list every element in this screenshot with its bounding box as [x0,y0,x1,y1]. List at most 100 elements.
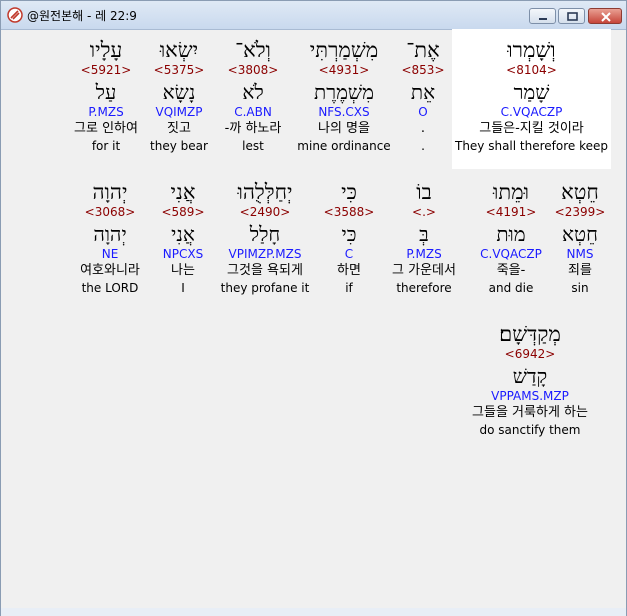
korean-gloss: 죽을- [496,263,526,278]
word-card[interactable]: מִשְׁמַרְתִּי <4931> מִשְׁמֶרֶת NFS.CXS … [294,37,394,153]
hebrew-lemma: חֵטְא [562,222,598,246]
strong-number[interactable]: <4191> [471,205,551,221]
word-card[interactable]: כִּי <3588> כִּי C 하면 if [319,179,379,295]
korean-gloss: -까 하노라 [224,121,282,136]
english-gloss: lest [242,139,264,153]
hebrew-lemma: אֵת [410,80,436,104]
morphology-code: NMS [566,247,594,261]
strong-number[interactable]: <4931> [294,63,394,79]
morphology-code: VQIMZP [155,105,203,119]
korean-gloss: 그들을 거룩하게 하는 [472,405,588,420]
korean-gloss: 여호와니라 [80,263,140,278]
word-card[interactable]: חֵטְא <2399> חֵטְא NMS 죄를 sin [552,179,608,295]
english-gloss: I [181,281,185,295]
word-card[interactable]: אֲנִי <589> אֲנִי NPCXS 나는 I [153,179,213,295]
strong-number[interactable]: <3588> [319,205,379,221]
hebrew-word: חֵטְא [561,180,599,204]
morphology-code: C.VQACZP [480,247,542,261]
english-gloss: . [421,139,425,153]
hebrew-lemma: יְהוָה [93,222,127,246]
strong-number[interactable]: <3808> [213,63,293,79]
hebrew-lemma: שָׁמַר [513,80,550,104]
hebrew-lemma: לֹא [242,80,264,104]
hebrew-word: יְחַלְּלֻהוּ [237,180,293,204]
korean-gloss: 하면 [337,263,361,278]
word-card-selected[interactable]: וְשָׁמְרוּ <8104> שָׁמַר C.VQACZP 그들은-지킬… [452,37,611,153]
strong-number[interactable]: <2490> [215,205,315,221]
vertical-scroll-area[interactable] [611,30,624,608]
korean-gloss: 그들은-지킬 것이라 [479,121,584,136]
english-gloss: they profane it [220,281,310,295]
english-gloss: the LORD [81,281,139,295]
title-bar[interactable]: @원전본해 - 레 22:9 [1,1,626,30]
hebrew-lemma: חָלַל [249,222,281,246]
morphology-code: NPCXS [162,247,204,261]
maximize-button[interactable] [558,8,585,24]
korean-gloss: 죄를 [568,263,592,278]
hebrew-word: מְקַדְּשָׁם׃ [499,322,561,346]
hebrew-lemma: קָדַשׁ [512,364,548,388]
english-gloss: and die [488,281,534,295]
strong-number[interactable]: <6942> [452,347,608,363]
word-card[interactable]: מְקַדְּשָׁם׃ <6942> קָדַשׁ VPPAMS.MZP 그들… [452,321,608,437]
hebrew-word: וְשָׁמְרוּ [507,38,556,62]
hebrew-word: יִשְׂאוּ [159,38,199,62]
korean-gloss: 나의 명을 [318,121,370,136]
word-card[interactable]: אֶת־ <853> אֵת O . . [398,37,448,153]
english-gloss: if [345,281,353,295]
close-button[interactable] [588,8,622,24]
english-gloss: do sanctify them [479,423,581,437]
hebrew-lemma: אֲנִי [171,222,195,246]
hebrew-word: מִשְׁמַרְתִּי [309,38,379,62]
english-gloss: they bear [150,139,208,153]
window-bottom-border [1,608,626,616]
hebrew-word: וּמֵתוּ [492,180,529,204]
hebrew-word: וְלֹא־ [235,38,271,62]
korean-gloss: 짓고 [167,121,191,136]
word-card[interactable]: בוֹ <.> בְּ P.MZS 그 가운데서 therefore [381,179,467,295]
morphology-code: VPIMZP.MZS [228,247,302,261]
app-window: @원전본해 - 레 22:9 עָלָיו <5921> עַל P.MZS 그… [0,0,627,616]
strong-number[interactable]: <.> [381,205,467,221]
maximize-icon [567,12,578,21]
korean-gloss: 그 가운데서 [392,263,456,278]
morphology-code: VPPAMS.MZP [491,389,569,403]
strong-number[interactable]: <2399> [552,205,608,221]
morphology-code: NE [101,247,119,261]
hebrew-lemma: כִּי [341,222,357,246]
hebrew-word: כִּי [341,180,357,204]
hebrew-lemma: בְּ [419,222,429,246]
hebrew-word: בוֹ [416,180,432,204]
strong-number[interactable]: <589> [153,205,213,221]
morphology-code: C.ABN [234,105,272,119]
word-card[interactable]: יִשְׂאוּ <5375> נָשָׂא VQIMZP 짓고 they be… [139,37,219,153]
strong-number[interactable]: <3068> [69,205,151,221]
korean-gloss: 그것을 욕되게 [227,263,303,278]
minimize-button[interactable] [529,8,556,24]
close-icon [601,12,611,22]
hebrew-word: יְהוָה [92,180,128,204]
hebrew-lemma: מִשְׁמֶרֶת [314,80,374,104]
morphology-code: C [344,247,354,261]
morphology-code: P.MZS [406,247,442,261]
word-card[interactable]: וּמֵתוּ <4191> מוּת C.VQACZP 죽을- and die [471,179,551,295]
korean-gloss: . [420,121,426,136]
hebrew-word: אֲנִי [170,180,196,204]
english-gloss: mine ordinance [297,139,391,153]
strong-number[interactable]: <853> [398,63,448,79]
morphology-code: C.VQACZP [500,105,563,119]
strong-number[interactable]: <5375> [139,63,219,79]
word-card[interactable]: יְחַלְּלֻהוּ <2490> חָלַל VPIMZP.MZS 그것을… [215,179,315,295]
strong-number[interactable]: <8104> [452,63,611,79]
word-card[interactable]: וְלֹא־ <3808> לֹא C.ABN -까 하노라 lest [213,37,293,153]
word-card[interactable]: יְהוָה <3068> יְהוָה NE 여호와니라 the LORD [69,179,151,295]
english-gloss: They shall therefore keep [454,139,608,153]
hebrew-lemma: מוּת [496,222,526,246]
hebrew-lemma: נָשָׂא [162,80,196,104]
app-icon [7,7,23,23]
window-title: @원전본해 - 레 22:9 [27,9,137,23]
morphology-code: O [418,105,428,119]
korean-gloss: 나는 [171,263,195,278]
english-gloss: therefore [396,281,452,295]
hebrew-word: אֶת־ [406,38,440,62]
